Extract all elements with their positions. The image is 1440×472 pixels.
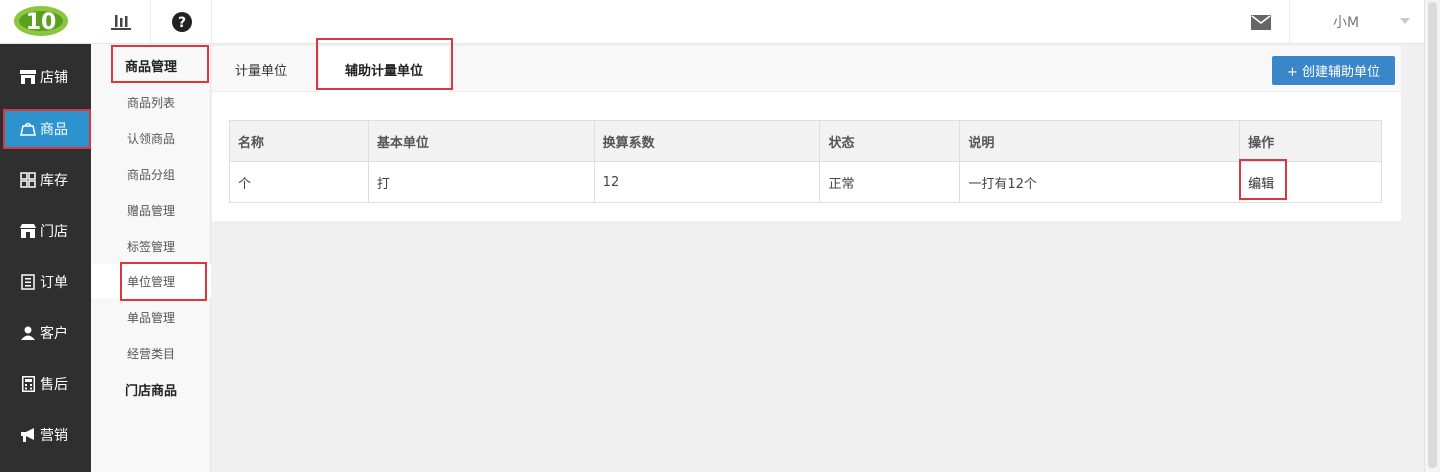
sub-nav-item-claim-goods[interactable]: 认领商品 [91,121,211,155]
column-header-factor: 换算系数 [593,120,821,162]
sub-nav-group-goods[interactable]: 商品管理 [91,48,211,82]
nav-item-after-sales[interactable]: 售后 [4,365,90,403]
nav-item-store[interactable]: 店铺 [4,58,90,96]
tab-units[interactable]: 计量单位 [235,46,287,92]
cell-base-unit: 打 [367,161,595,203]
nav-item-goods[interactable]: 商品 [3,109,91,149]
statistics-button[interactable] [91,0,151,44]
nav-item-marketing[interactable]: 营销 [4,416,90,454]
envelope-icon [1250,14,1271,30]
calculator-icon [20,376,36,392]
svg-text:?: ? [177,15,185,31]
help-button[interactable]: ? [152,0,212,44]
main-content: 计量单位 辅助计量单位 + 创建辅助单位 名称 基本单位 换算系数 状态 说明 … [212,46,1401,221]
table-row: 个 打 12 正常 一打有12个 编辑 [229,161,1382,203]
cell-factor: 12 [593,161,821,203]
top-bar: 10 ? 小M [0,0,1424,44]
sub-nav-item-gifts[interactable]: 赠品管理 [91,193,211,227]
column-header-actions: 操作 [1239,120,1382,162]
cell-status: 正常 [819,161,961,203]
nav-item-label: 客户 [40,326,68,342]
cell-description: 一打有12个 [959,161,1241,203]
tab-bar: 计量单位 辅助计量单位 + 创建辅助单位 [212,46,1401,92]
column-header-description: 说明 [959,120,1241,162]
store-icon [20,69,36,85]
sub-nav-item-single-items[interactable]: 单品管理 [91,300,211,334]
nav-item-shops[interactable]: 门店 [4,212,90,250]
sub-nav-item-categories[interactable]: 经营类目 [91,336,211,370]
sub-nav-item-tags[interactable]: 标签管理 [91,229,211,263]
nav-item-orders[interactable]: 订单 [4,263,90,301]
nav-item-label: 商品 [40,122,68,138]
user-name: 小M [1333,15,1360,31]
nav-item-customers[interactable]: 客户 [4,314,90,352]
logo-text: 10 [26,10,57,35]
edit-link[interactable]: 编辑 [1248,177,1274,192]
sub-sidebar: 商品管理 商品列表 认领商品 商品分组 赠品管理 标签管理 单位管理 单品管理 … [91,44,211,472]
nav-item-label: 营销 [40,428,68,444]
bar-chart-icon [110,15,131,30]
column-header-name: 名称 [229,120,369,162]
table-header-row: 名称 基本单位 换算系数 状态 说明 操作 [229,120,1382,162]
question-circle-icon: ? [171,12,192,32]
sub-nav-item-units[interactable]: 单位管理 [91,264,211,298]
cell-actions: 编辑 [1239,161,1382,203]
chevron-down-icon [1400,18,1410,24]
grid-icon [20,172,36,188]
logo[interactable]: 10 [8,2,70,40]
cell-name: 个 [229,161,369,203]
create-auxiliary-unit-button[interactable]: + 创建辅助单位 [1272,56,1395,85]
document-icon [20,274,36,290]
user-menu[interactable]: 小M [1291,0,1424,44]
main-sidebar: 店铺 商品 库存 门店 订单 客户 售后 营销 [0,44,91,472]
nav-item-label: 售后 [40,377,68,393]
nav-item-label: 门店 [40,224,68,240]
scrollbar-thumb[interactable] [1428,2,1437,468]
nav-item-label: 店铺 [40,70,68,86]
messages-button[interactable] [1232,0,1290,44]
nav-item-label: 库存 [40,173,68,189]
column-header-base-unit: 基本单位 [367,120,595,162]
column-header-status: 状态 [819,120,961,162]
tab-auxiliary-units[interactable]: 辅助计量单位 [318,46,450,92]
goods-icon [20,121,36,137]
nav-item-inventory[interactable]: 库存 [4,161,90,199]
megaphone-icon [20,427,36,443]
sub-nav-item-goods-groups[interactable]: 商品分组 [91,157,211,191]
page-scrollbar[interactable] [1424,0,1440,472]
auxiliary-units-table: 名称 基本单位 换算系数 状态 说明 操作 个 打 12 正常 一打有12个 编… [229,120,1382,203]
nav-item-label: 订单 [40,275,68,291]
user-icon [20,325,36,341]
shop-icon [20,223,36,239]
sub-nav-group-shop-goods[interactable]: 门店商品 [91,372,211,406]
sub-nav-item-goods-list[interactable]: 商品列表 [91,85,211,119]
